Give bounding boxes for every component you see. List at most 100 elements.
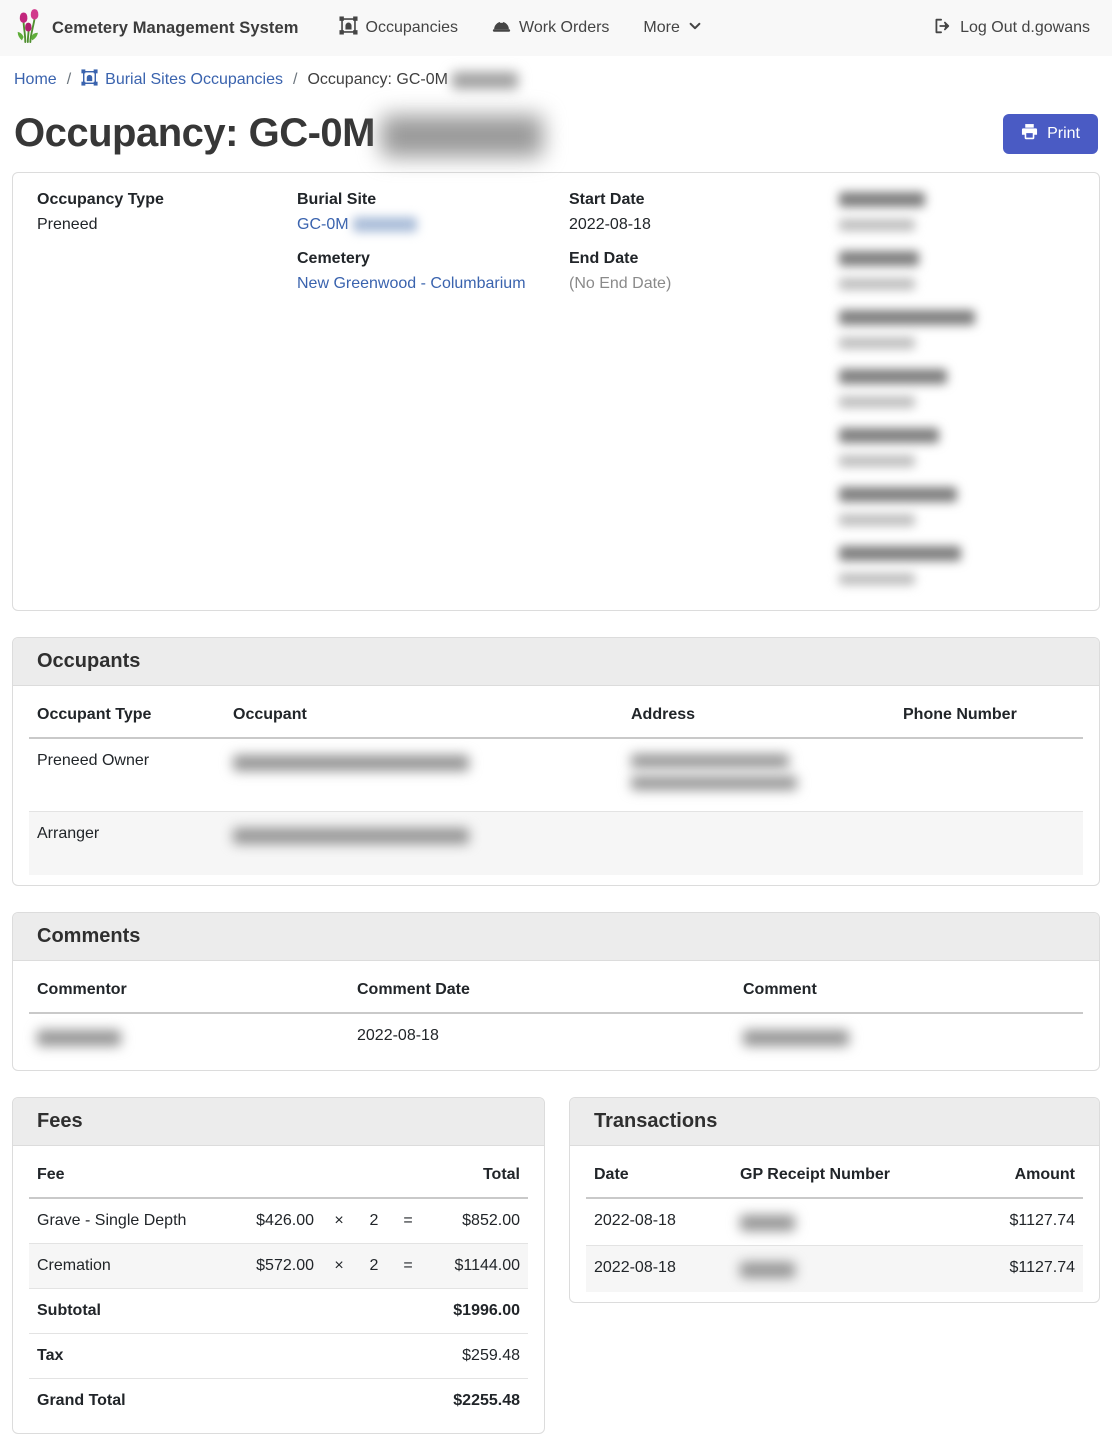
- fees-grand-total-row: Grand Total $2255.48: [29, 1379, 528, 1424]
- occupant-phone-cell: [895, 738, 1083, 812]
- redacted-text: [743, 1030, 849, 1046]
- column-header: Comment: [735, 965, 1083, 1013]
- occupancy-details-card: Occupancy Type Preneed Burial Site GC-0M…: [12, 172, 1100, 611]
- redacted-field: [839, 427, 1075, 470]
- fees-card: Fees Fee Total Grave - Single Depth: [12, 1097, 545, 1434]
- grand-total-value: $2255.48: [424, 1379, 528, 1424]
- occupant-name-cell: [225, 812, 623, 876]
- breadcrumb-occupancies-label: Burial Sites Occupancies: [105, 71, 283, 89]
- details-column-4-redacted: [839, 191, 1075, 588]
- occupancy-type-label: Occupancy Type: [37, 191, 297, 209]
- start-date-value: 2022-08-18: [569, 216, 839, 234]
- comments-header-row: Commentor Comment Date Comment: [29, 965, 1083, 1013]
- fee-price-cell: $426.00: [226, 1198, 322, 1244]
- redacted-text: [839, 278, 915, 290]
- subtotal-value: $1996.00: [424, 1289, 528, 1334]
- details-column-3: Start Date 2022-08-18 End Date (No End D…: [569, 191, 839, 588]
- print-button[interactable]: Print: [1003, 114, 1098, 154]
- print-button-label: Print: [1047, 125, 1080, 143]
- column-header: Amount: [942, 1150, 1083, 1198]
- table-row: 2022-08-18 $1127.74: [586, 1198, 1083, 1246]
- occupant-type-cell: Preneed Owner: [29, 738, 225, 812]
- redacted-text: [452, 72, 518, 89]
- tulip-logo-icon: [16, 8, 43, 49]
- redacted-text: [839, 337, 915, 349]
- logout-label: Log Out d.gowans: [960, 19, 1090, 37]
- fees-section-title: Fees: [13, 1098, 544, 1146]
- redacted-text: [839, 487, 957, 502]
- nav-label-work-orders: Work Orders: [519, 19, 609, 37]
- chevron-down-icon: [688, 19, 702, 38]
- transactions-table: Date GP Receipt Number Amount 2022-08-18…: [586, 1150, 1083, 1292]
- end-date-label: End Date: [569, 250, 839, 268]
- burial-site-link[interactable]: GC-0M: [297, 216, 417, 233]
- burial-site-label: Burial Site: [297, 191, 569, 209]
- breadcrumb-occupancies-link[interactable]: Burial Sites Occupancies: [81, 69, 283, 91]
- fees-header-row: Fee Total: [29, 1150, 528, 1198]
- redacted-text: [740, 1262, 795, 1278]
- redacted-text: [839, 546, 961, 561]
- burial-site-link-text: GC-0M: [297, 216, 349, 233]
- fees-subtotal-row: Subtotal $1996.00: [29, 1289, 528, 1334]
- commentor-cell: [29, 1013, 349, 1060]
- transaction-amount-cell: $1127.74: [942, 1198, 1083, 1246]
- redacted-field: [839, 486, 1075, 529]
- fee-name-cell: Cremation: [29, 1244, 226, 1289]
- table-row: Grave - Single Depth $426.00 × 2 = $852.…: [29, 1198, 528, 1244]
- redacted-field: [839, 250, 1075, 293]
- redacted-field: [839, 309, 1075, 352]
- redacted-text: [839, 219, 915, 231]
- fee-total-cell: $852.00: [424, 1198, 528, 1244]
- start-date-field: Start Date 2022-08-18: [569, 191, 839, 234]
- occupant-address-cell: [623, 812, 895, 876]
- redacted-text: [353, 217, 417, 232]
- cemetery-link[interactable]: New Greenwood - Columbarium: [297, 275, 526, 292]
- brand[interactable]: Cemetery Management System: [16, 8, 299, 49]
- table-row: Arranger: [29, 812, 1083, 876]
- details-column-1: Occupancy Type Preneed: [37, 191, 297, 588]
- redacted-field: [839, 368, 1075, 411]
- page-title-text: Occupancy: GC-0M: [14, 111, 375, 156]
- hard-hat-icon: [492, 17, 511, 39]
- column-header: Phone Number: [895, 690, 1083, 738]
- fee-qty-cell: 2: [356, 1244, 392, 1289]
- nav-label-more: More: [643, 19, 679, 37]
- redacted-text: [839, 396, 915, 408]
- redacted-text: [839, 310, 975, 325]
- end-date-value: (No End Date): [569, 275, 839, 293]
- nav-item-more[interactable]: More: [629, 11, 715, 46]
- logout-button[interactable]: Log Out d.gowans: [927, 9, 1096, 48]
- breadcrumb-home-link[interactable]: Home: [14, 71, 57, 89]
- fee-equals-cell: =: [392, 1244, 424, 1289]
- nav-item-occupancies[interactable]: Occupancies: [325, 8, 473, 48]
- column-header: Total: [424, 1150, 528, 1198]
- column-header: Occupant Type: [29, 690, 225, 738]
- fee-name-cell: Grave - Single Depth: [29, 1198, 226, 1244]
- transaction-date-cell: 2022-08-18: [586, 1246, 732, 1293]
- occupancy-details-grid: Occupancy Type Preneed Burial Site GC-0M…: [13, 173, 1099, 610]
- nav-item-work-orders[interactable]: Work Orders: [478, 9, 623, 47]
- occupant-address-cell: [623, 738, 895, 812]
- fee-equals-cell: =: [392, 1198, 424, 1244]
- page-header: Occupancy: GC-0M Print: [14, 111, 1098, 156]
- redacted-field: [839, 545, 1075, 588]
- column-header: Date: [586, 1150, 732, 1198]
- column-header: Occupant: [225, 690, 623, 738]
- occupant-name-cell: [225, 738, 623, 812]
- comments-section-title: Comments: [13, 913, 1099, 961]
- redacted-text: [839, 369, 947, 384]
- tax-value: $259.48: [424, 1334, 528, 1379]
- details-column-2: Burial Site GC-0M Cemetery New Greenwood…: [297, 191, 569, 588]
- breadcrumb-separator: /: [67, 71, 71, 89]
- fee-total-cell: $1144.00: [424, 1244, 528, 1289]
- fees-table: Fee Total Grave - Single Depth $426.00 ×…: [29, 1150, 528, 1423]
- column-header: Comment Date: [349, 965, 735, 1013]
- breadcrumb-separator: /: [293, 71, 297, 89]
- redacted-text: [631, 776, 797, 790]
- fee-times-cell: ×: [322, 1244, 356, 1289]
- redacted-field: [839, 191, 1075, 234]
- tax-label: Tax: [29, 1334, 226, 1379]
- transactions-section-title: Transactions: [570, 1098, 1099, 1146]
- occupants-header-row: Occupant Type Occupant Address Phone Num…: [29, 690, 1083, 738]
- column-header: GP Receipt Number: [732, 1150, 942, 1198]
